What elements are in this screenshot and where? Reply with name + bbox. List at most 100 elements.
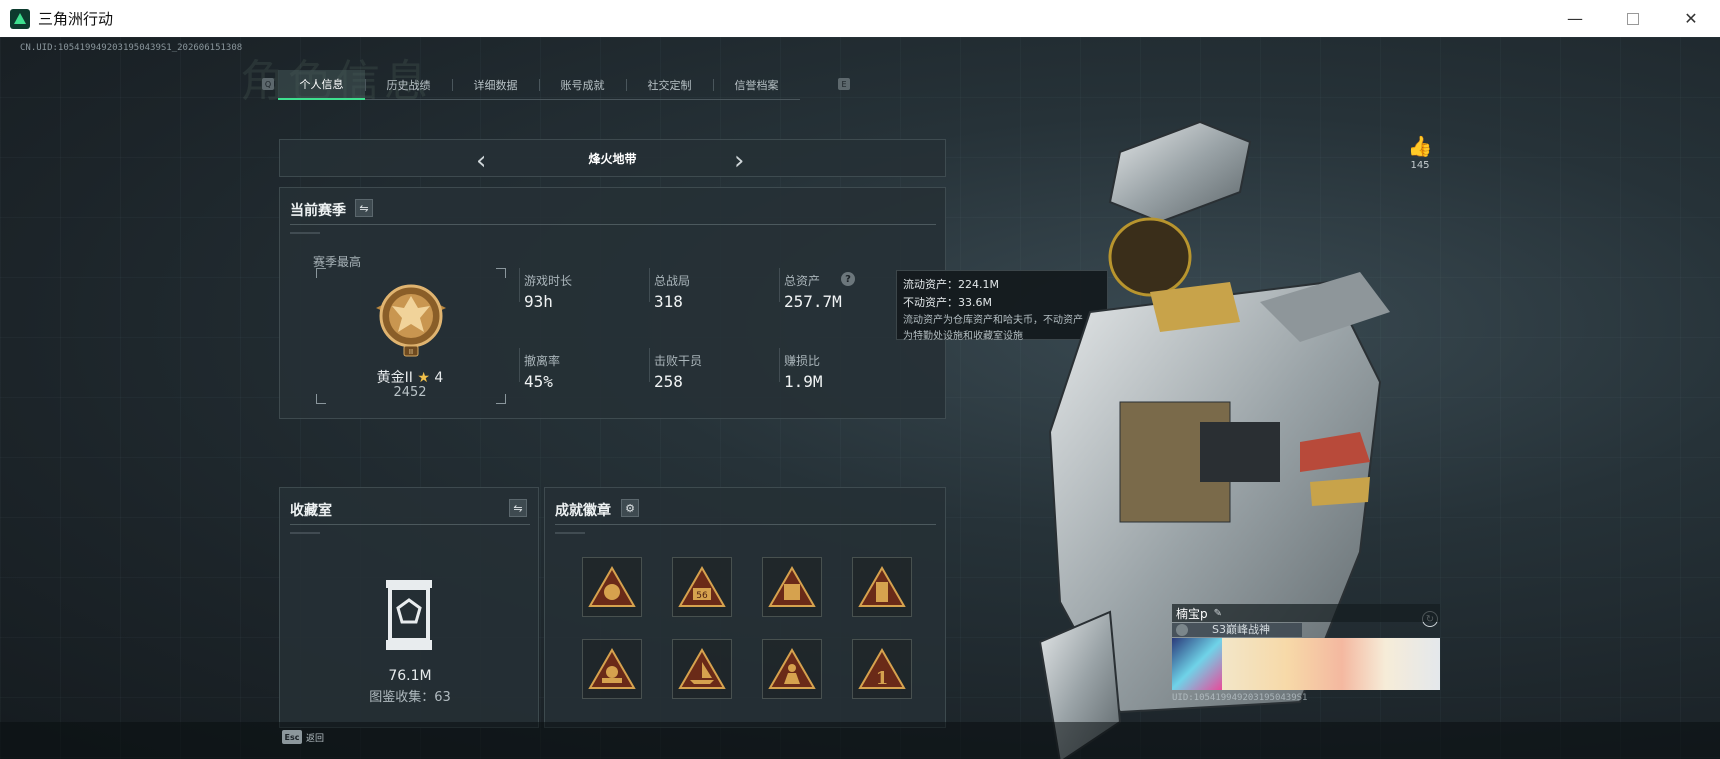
- likes-count: 145: [1410, 160, 1430, 171]
- window-title: 三角洲行动: [38, 10, 114, 28]
- collection-switch-button[interactable]: ⇋: [509, 499, 527, 517]
- stat-value-total-assets: 257.7M: [784, 292, 842, 311]
- assets-help-icon[interactable]: ?: [841, 272, 855, 286]
- stat-separator: [519, 348, 520, 382]
- svg-text:1: 1: [876, 668, 889, 689]
- badge-1-icon: 1: [858, 648, 906, 689]
- rank-medal-icon: II: [376, 284, 446, 357]
- collection-panel[interactable]: 收藏室 ⇋ 76.1M 图鉴收集：63: [279, 487, 539, 728]
- decor-line: [555, 532, 585, 534]
- player-name: 楠宝p: [1176, 606, 1208, 621]
- badge-56-icon: 56: [678, 566, 726, 607]
- stat-separator: [649, 348, 650, 382]
- vault-icon: [386, 580, 432, 650]
- tab-reputation[interactable]: 信誉档案: [713, 70, 800, 100]
- tab-prev-key[interactable]: Q: [262, 78, 274, 90]
- badge-item[interactable]: [582, 639, 642, 699]
- collection-divider: [290, 524, 530, 525]
- player-uid-header: CN.UID:1054199492031950439S1_20260615130…: [20, 43, 243, 53]
- decor-line: [290, 532, 320, 534]
- frame-corner: [496, 268, 506, 278]
- badge-item[interactable]: [762, 557, 822, 617]
- rank-score: 2452: [393, 385, 427, 400]
- stat-label-total-matches: 总战局: [654, 274, 691, 288]
- badge-item[interactable]: [672, 639, 732, 699]
- stat-label-extract-rate: 撤离率: [524, 354, 561, 368]
- stat-value-playtime: 93h: [524, 292, 553, 311]
- profile-banner: [1222, 638, 1440, 690]
- badge-item[interactable]: 56: [672, 557, 732, 617]
- collection-count: 图鉴收集：63: [369, 690, 451, 705]
- mode-prev-button[interactable]: ‹: [476, 146, 486, 176]
- badge-item[interactable]: [582, 557, 642, 617]
- stat-separator: [519, 268, 520, 302]
- back-button[interactable]: Esc 返回: [282, 730, 324, 744]
- window-titlebar: 三角洲行动 — ✕: [0, 0, 1720, 37]
- stat-label-playtime: 游戏时长: [524, 274, 573, 288]
- thumbs-up-icon[interactable]: 👍: [1400, 134, 1440, 158]
- player-title: S3巅峰战神: [1172, 623, 1302, 637]
- badge-item[interactable]: [762, 639, 822, 699]
- gear-icon: ⚙: [625, 501, 635, 515]
- tab-personal-info[interactable]: 个人信息: [278, 70, 365, 100]
- stat-value-extract-rate: 45%: [524, 372, 553, 391]
- stat-label-profit-ratio: 赚损比: [784, 354, 821, 368]
- profile-name-row: 楠宝p ✎: [1172, 604, 1440, 622]
- mode-next-button[interactable]: ›: [734, 146, 744, 176]
- minimize-button[interactable]: —: [1546, 0, 1604, 37]
- tab-achievements[interactable]: 账号成就: [539, 70, 626, 100]
- maximize-button[interactable]: [1604, 0, 1662, 37]
- back-label: 返回: [306, 733, 325, 744]
- badge-item[interactable]: [852, 557, 912, 617]
- stat-value-profit-ratio: 1.9M: [784, 372, 823, 391]
- edit-name-icon[interactable]: ✎: [1214, 608, 1222, 619]
- maximize-icon: [1627, 12, 1639, 25]
- stat-label-total-assets: 总资产: [784, 274, 821, 288]
- likes-widget[interactable]: 👍 145: [1400, 134, 1440, 171]
- tab-history[interactable]: 历史战绩: [365, 70, 452, 100]
- badge-item[interactable]: 1: [852, 639, 912, 699]
- badge-soldier-icon: [768, 648, 816, 689]
- rank-label: 黄金II ★ 4: [280, 367, 540, 387]
- badge-eagle-icon: [588, 566, 636, 607]
- badge-ship-icon: [678, 648, 726, 689]
- tab-social[interactable]: 社交定制: [626, 70, 713, 100]
- season-panel: 当前赛季 ⇋ 赛季最高 II 黄金II ★ 4 2452 游戏时长 93h 总战…: [279, 187, 946, 419]
- collection-value: 76.1M: [388, 668, 432, 684]
- collection-title: 收藏室: [290, 503, 332, 519]
- badges-divider: [555, 524, 936, 525]
- rank-name: 黄金II: [376, 370, 413, 386]
- swap-icon: ⇋: [513, 501, 523, 515]
- profile-card: 楠宝p ✎ S3巅峰战神 UID:1054199492031950439S1: [1172, 604, 1440, 728]
- close-button[interactable]: ✕: [1662, 0, 1720, 37]
- season-switch-button[interactable]: ⇋: [355, 199, 373, 217]
- stat-separator: [779, 348, 780, 382]
- badge-panel: 成就徽章 ⚙ 56 1: [544, 487, 946, 728]
- badge-settings-button[interactable]: ⚙: [621, 499, 639, 517]
- title-pin-icon: [1176, 624, 1188, 636]
- mode-name: 烽火地带: [588, 151, 637, 166]
- stat-separator: [779, 268, 780, 302]
- star-icon: ★: [417, 370, 430, 386]
- stat-label-kills: 击败干员: [654, 354, 703, 368]
- bottom-bar: [0, 722, 1720, 759]
- season-divider: [290, 224, 936, 225]
- game-viewport: 角色信息 CN.UID:1054199492031950439S1_202606…: [0, 37, 1720, 759]
- season-title: 当前赛季: [290, 203, 346, 219]
- badge-tower-icon: [858, 566, 906, 607]
- profile-uid: UID:1054199492031950439S1: [1172, 693, 1308, 703]
- tab-detailed-data[interactable]: 详细数据: [452, 70, 539, 100]
- svg-text:II: II: [409, 348, 413, 356]
- app-logo-icon: [10, 8, 30, 29]
- stat-separator: [649, 268, 650, 302]
- badge-crest-icon: [588, 648, 636, 689]
- stat-value-total-matches: 318: [654, 292, 683, 311]
- esc-key: Esc: [282, 730, 302, 744]
- swap-icon: ⇋: [359, 201, 369, 215]
- badges-title: 成就徽章: [555, 503, 611, 519]
- avatar[interactable]: [1172, 638, 1222, 690]
- tab-next-key[interactable]: E: [838, 78, 850, 90]
- stat-value-kills: 258: [654, 372, 683, 391]
- decor-line: [290, 232, 320, 234]
- svg-text:56: 56: [696, 591, 708, 601]
